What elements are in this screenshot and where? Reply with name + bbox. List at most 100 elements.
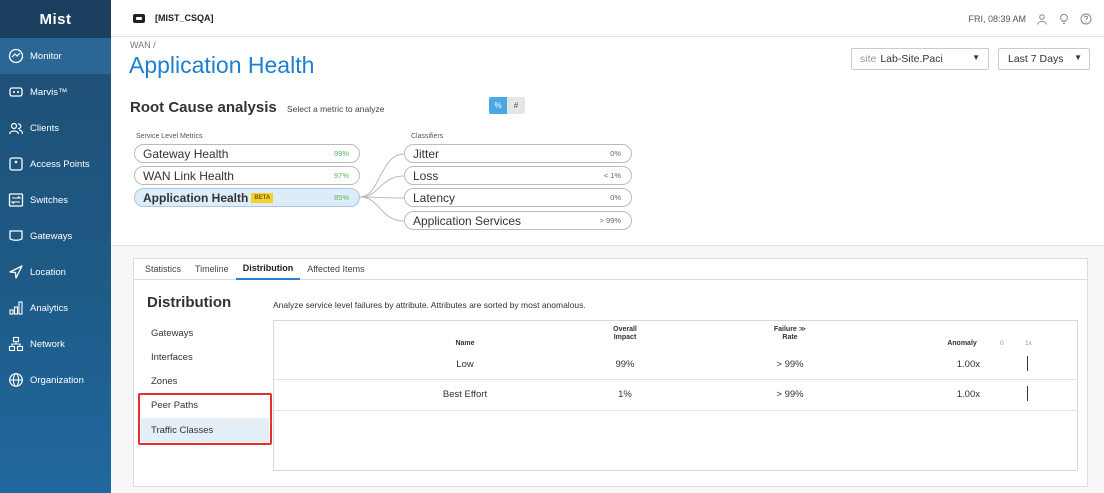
classifier-jitter[interactable]: Jitter 0% [404, 144, 632, 163]
anomaly-axis-max: 1x [1025, 340, 1032, 347]
nav-item-gateways[interactable]: Gateways [0, 218, 111, 254]
nav-label: Organization [30, 374, 84, 386]
attribute-interfaces[interactable]: Interfaces [151, 352, 193, 363]
metric-value: 99% [333, 149, 349, 158]
tab-timeline[interactable]: Timeline [188, 258, 236, 280]
column-header-overall-impact[interactable]: Overall Impact [600, 326, 650, 342]
rca-title: Root Cause analysis [130, 99, 277, 116]
classifier-application-services[interactable]: Application Services > 99% [404, 211, 632, 230]
location-icon [8, 264, 24, 280]
row-failure-rate: > 99% [776, 389, 804, 400]
tab-affected-items[interactable]: Affected Items [300, 258, 371, 280]
chevron-down-icon: ▼ [972, 53, 980, 62]
network-icon [8, 336, 24, 352]
header-line: Rate [782, 334, 798, 341]
org-name[interactable]: [MIST_CSQA] [155, 13, 214, 23]
classifiers-label: Classifiers [411, 133, 444, 140]
help-icon[interactable] [1080, 13, 1092, 25]
org-icon [133, 13, 145, 23]
column-header-anomaly[interactable]: Anomaly [942, 340, 982, 348]
topbar-right: FRI, 08:39 AM [968, 0, 1092, 37]
nav-label: Location [30, 266, 66, 278]
nav-label: Gateways [30, 230, 73, 242]
metric-wan-link-health[interactable]: WAN Link Health 97% [134, 166, 360, 185]
tree-connector [359, 153, 405, 222]
toggle-percent-button[interactable]: % [489, 97, 507, 114]
row-name: Best Effort [442, 389, 488, 400]
top-bar: [MIST_CSQA] FRI, 08:39 AM [111, 0, 1104, 37]
attribute-gateways[interactable]: Gateways [151, 328, 193, 339]
metric-name: WAN Link Health [143, 168, 234, 183]
sort-desc-icon: ≫ [798, 326, 807, 333]
tab-bar: Statistics Timeline Distribution Affecte… [133, 258, 1088, 280]
classifier-latency[interactable]: Latency 0% [404, 188, 632, 207]
nav-item-monitor[interactable]: Monitor [0, 38, 111, 74]
classifier-loss[interactable]: Loss < 1% [404, 166, 632, 185]
row-impact: 1% [618, 389, 632, 400]
classifier-name: Jitter [413, 146, 440, 161]
classifier-value: 0% [610, 193, 621, 202]
nav-item-clients[interactable]: Clients [0, 110, 111, 146]
page-title: Application Health [129, 52, 315, 78]
header-line: Overall [613, 326, 637, 333]
row-failure-rate: > 99% [776, 359, 804, 370]
metric-application-health[interactable]: Application Health BETA 85% [134, 188, 360, 207]
mist-logo[interactable]: Mist [0, 0, 111, 38]
nav-label: Analytics [30, 302, 69, 314]
monitor-icon [8, 48, 24, 64]
nav-item-switches[interactable]: Switches [0, 182, 111, 218]
classifier-value: 0% [610, 149, 621, 158]
anomaly-bar [1027, 356, 1028, 371]
metric-name: Application Health [143, 190, 249, 205]
organization-icon [8, 372, 24, 388]
classifier-value: > 99% [599, 216, 621, 225]
metric-gateway-health[interactable]: Gateway Health 99% [134, 144, 360, 163]
nav-item-marvis[interactable]: Marvis™ [0, 74, 111, 110]
breadcrumb[interactable]: WAN / [130, 40, 156, 50]
rca-subtitle: Select a metric to analyze [287, 104, 385, 114]
nav-label: Switches [30, 194, 69, 206]
slm-label: Service Level Metrics [136, 133, 203, 140]
toggle-count-button[interactable]: # [507, 97, 525, 114]
percent-count-toggle: % # [489, 97, 525, 114]
nav-item-access-points[interactable]: Access Points [0, 146, 111, 182]
row-name: Low [456, 359, 474, 370]
marvis-icon [8, 84, 24, 100]
distribution-description: Analyze service level failures by attrib… [273, 300, 586, 310]
logo-text: Mist [39, 10, 72, 28]
column-header-failure-rate[interactable]: Failure ≫ Rate [765, 326, 815, 342]
anomaly-bar [1027, 386, 1028, 401]
row-anomaly: 1.00x [956, 359, 980, 370]
tab-distribution[interactable]: Distribution [235, 258, 301, 280]
chevron-down-icon: ▼ [1074, 53, 1082, 62]
classifier-name: Application Services [413, 213, 522, 228]
nav-item-analytics[interactable]: Analytics [0, 290, 111, 326]
metric-name: Gateway Health [143, 146, 229, 161]
nav-label: Marvis™ [30, 86, 68, 98]
column-header-name[interactable]: Name [440, 340, 490, 348]
nav-label: Network [30, 338, 65, 350]
row-anomaly: 1.00x [956, 389, 980, 400]
analytics-icon [8, 300, 24, 316]
nav-item-location[interactable]: Location [0, 254, 111, 290]
classifier-name: Latency [413, 190, 456, 205]
nav-label: Monitor [30, 50, 62, 62]
attribute-zones[interactable]: Zones [151, 376, 177, 387]
classifier-value: < 1% [603, 171, 621, 180]
user-icon[interactable] [1036, 13, 1048, 25]
tab-statistics[interactable]: Statistics [133, 258, 188, 280]
header-line: Impact [613, 334, 637, 341]
classifier-name: Loss [413, 168, 439, 183]
date-range-dropdown[interactable]: Last 7 Days ▼ [998, 48, 1090, 70]
nav-item-organization[interactable]: Organization [0, 362, 111, 398]
site-dropdown[interactable]: site Lab-Site.Paci ▼ [851, 48, 989, 70]
clients-icon [8, 120, 24, 136]
nav-label: Access Points [30, 158, 90, 170]
nav-item-network[interactable]: Network [0, 326, 111, 362]
header-line: Failure ≫ [765, 326, 815, 334]
site-value: Lab-Site.Paci [880, 53, 943, 65]
lightbulb-icon[interactable] [1058, 13, 1070, 25]
row-impact: 99% [615, 359, 635, 370]
highlight-annotation [138, 393, 272, 445]
gateway-icon [8, 228, 24, 244]
